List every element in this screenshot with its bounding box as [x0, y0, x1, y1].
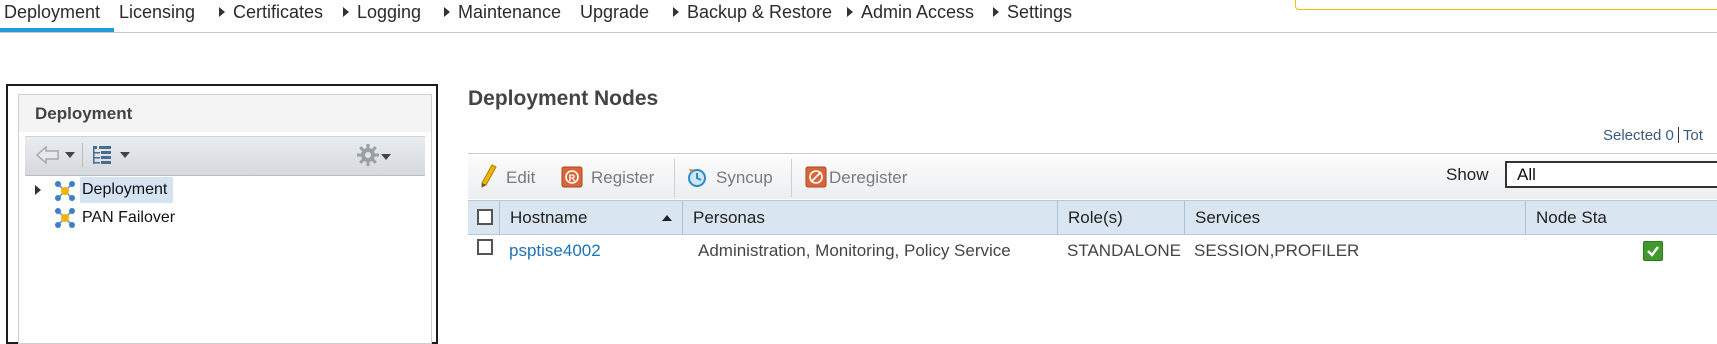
node-status-ok-icon: [1643, 241, 1663, 261]
deregister-label: Deregister: [829, 168, 908, 187]
tree-item-pan-failover[interactable]: PAN Failover: [29, 205, 429, 231]
notification-box-edge: [1295, 0, 1717, 10]
page-title: Deployment Nodes: [468, 87, 659, 110]
selection-summary: Selected 0 Tot: [1603, 127, 1703, 144]
show-filter-label: Show: [1446, 165, 1489, 184]
pencil-icon: [481, 164, 497, 188]
column-label: Role(s): [1068, 208, 1123, 227]
personas-cell: Administration, Monitoring, Policy Servi…: [698, 241, 1011, 260]
nav-tab-certificates[interactable]: Certificates: [219, 0, 323, 32]
deregister-button[interactable]: Deregister: [805, 157, 907, 199]
caret-right-icon: [993, 7, 999, 17]
caret-right-icon: [444, 7, 450, 17]
dropdown-caret-icon[interactable]: [381, 154, 391, 162]
column-header-personas[interactable]: Personas: [682, 201, 1057, 234]
tree-item-label: Deployment: [80, 177, 174, 203]
roles-cell: STANDALONE: [1067, 241, 1181, 260]
nav-tab-backup-restore[interactable]: Backup & Restore: [673, 0, 832, 32]
services-cell: SESSION,PROFILER: [1194, 241, 1360, 260]
edit-label: Edit: [506, 168, 536, 187]
sync-icon: [688, 169, 706, 187]
panel-body: Deployment Deployment PAN Failover: [18, 94, 432, 344]
column-header-hostname[interactable]: Hostname: [499, 201, 682, 234]
caret-right-icon: [343, 7, 349, 17]
total-count: Tot: [1682, 127, 1703, 144]
nav-tab-label: Maintenance: [458, 2, 562, 22]
nav-tab-label: Certificates: [233, 2, 324, 22]
nav-tab-label: Admin Access: [861, 2, 975, 22]
nav-tab-label: Settings: [1007, 2, 1073, 22]
syncup-label: Syncup: [716, 168, 773, 187]
nav-tab-label: Licensing: [119, 2, 196, 22]
table-row[interactable]: psptise4002 Administration, Monitoring, …: [468, 234, 1717, 267]
selected-count: Selected 0: [1603, 127, 1674, 144]
register-label: Register: [591, 168, 655, 187]
caret-right-icon: [847, 7, 853, 17]
nav-tab-licensing[interactable]: Licensing: [119, 0, 195, 32]
select-all-column: [468, 201, 499, 234]
panel-title: Deployment: [35, 104, 133, 123]
nav-tab-label: Logging: [357, 2, 422, 22]
show-filter-select[interactable]: All: [1505, 161, 1717, 188]
sort-ascending-icon: [662, 215, 672, 221]
hostname-link[interactable]: psptise4002: [509, 234, 601, 267]
nav-tab-label: Deployment: [4, 2, 101, 22]
column-label: Hostname: [510, 208, 588, 227]
column-header-services[interactable]: Services: [1184, 201, 1525, 234]
expand-caret-icon[interactable]: [35, 185, 41, 195]
tree-toolbar: [25, 136, 425, 176]
top-navigation: Deployment Licensing Certificates Loggin…: [0, 0, 1717, 33]
nav-tab-logging[interactable]: Logging: [343, 0, 421, 32]
tree-item-label: PAN Failover: [82, 209, 176, 226]
nav-tab-admin-access[interactable]: Admin Access: [847, 0, 974, 32]
nav-tab-upgrade[interactable]: Upgrade: [580, 0, 649, 32]
tree-item-deployment[interactable]: Deployment: [29, 177, 429, 203]
dropdown-caret-icon[interactable]: [120, 152, 130, 160]
toolbar-separator: [791, 159, 792, 197]
back-arrow-icon[interactable]: [35, 144, 61, 166]
nav-tab-maintenance[interactable]: Maintenance: [444, 0, 561, 32]
dropdown-caret-icon[interactable]: [65, 152, 75, 160]
deployment-navigation-panel: Deployment Deployment PAN Failover: [6, 84, 438, 344]
nav-tab-settings[interactable]: Settings: [993, 0, 1072, 32]
nav-tab-deployment[interactable]: Deployment: [0, 0, 115, 32]
separator: [1677, 127, 1679, 143]
network-nodes-icon: [55, 208, 75, 228]
edit-button[interactable]: Edit: [480, 157, 535, 199]
column-label: Node Sta: [1536, 208, 1607, 227]
nav-tab-label: Upgrade: [580, 2, 650, 22]
svg-text:R: R: [569, 173, 576, 183]
register-button[interactable]: R Register: [561, 157, 654, 199]
nav-tab-label: Backup & Restore: [687, 2, 833, 22]
column-header-node-status[interactable]: Node Sta: [1525, 201, 1717, 234]
toolbar-separator: [82, 143, 83, 167]
divider: [468, 153, 1717, 154]
syncup-button[interactable]: Syncup: [686, 157, 773, 199]
row-checkbox[interactable]: [477, 239, 493, 255]
caret-right-icon: [219, 7, 225, 17]
tree-view-icon[interactable]: [91, 144, 117, 166]
network-nodes-icon: [55, 181, 75, 201]
select-all-checkbox[interactable]: [477, 209, 493, 225]
toolbar-separator: [674, 159, 675, 197]
register-icon: R: [561, 166, 583, 188]
caret-right-icon: [673, 7, 679, 17]
column-label: Services: [1195, 208, 1261, 227]
column-label: Personas: [693, 208, 765, 227]
deregister-icon: [805, 166, 827, 188]
nodes-table-header: Hostname Personas Role(s) Services Node …: [468, 200, 1717, 235]
column-header-roles[interactable]: Role(s): [1057, 201, 1184, 234]
gear-icon[interactable]: [356, 143, 382, 169]
